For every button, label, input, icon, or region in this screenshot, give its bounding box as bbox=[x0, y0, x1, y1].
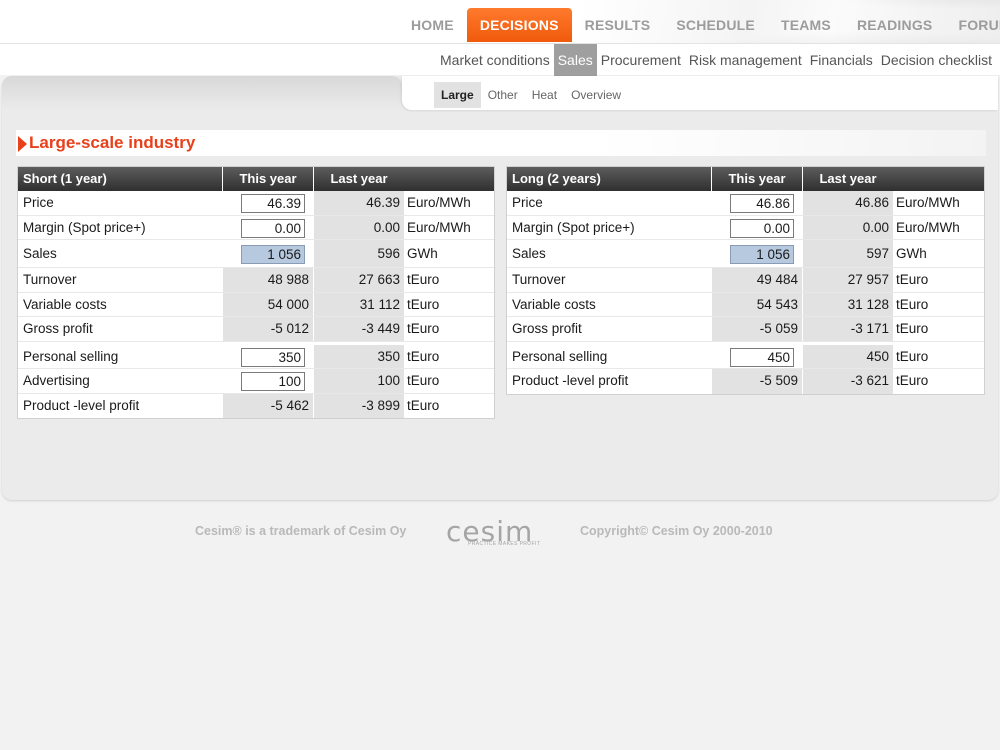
row-gross-profit: Gross profit -5 059 -3 171 tEuro bbox=[507, 317, 984, 342]
section-header: Large-scale industry bbox=[16, 130, 986, 156]
row-sales: Sales 1 056 597 GWh bbox=[507, 240, 984, 268]
nav-results[interactable]: RESULTS bbox=[572, 8, 664, 42]
row-advertising: Advertising 100 100 tEuro bbox=[18, 369, 494, 394]
nav-teams[interactable]: TEAMS bbox=[768, 8, 844, 42]
row-variable-costs: Variable costs 54 543 31 128 tEuro bbox=[507, 292, 984, 317]
row-price: Price 46.86 46.86 Euro/MWh bbox=[507, 191, 984, 216]
col-this-year: This year bbox=[711, 167, 802, 191]
nav-readings[interactable]: READINGS bbox=[844, 8, 946, 42]
footer: Cesim® is a trademark of Cesim Oy cesim … bbox=[0, 515, 1000, 551]
row-product-level-profit: Product -level profit -5 509 -3 621 tEur… bbox=[507, 369, 984, 394]
personal-selling-input[interactable]: 450 bbox=[730, 347, 794, 367]
price-input[interactable]: 46.86 bbox=[730, 194, 794, 213]
row-sales: Sales 1 056 596 GWh bbox=[18, 240, 494, 268]
nav-schedule[interactable]: SCHEDULE bbox=[663, 8, 768, 42]
margin-input[interactable]: 0.00 bbox=[730, 218, 794, 238]
row-price: Price 46.39 46.39 Euro/MWh bbox=[18, 191, 494, 216]
table-title: Short (1 year) bbox=[23, 171, 107, 186]
row-margin: Margin (Spot price+) 0.00 0.00 Euro/MWh bbox=[18, 215, 494, 240]
row-margin: Margin (Spot price+) 0.00 0.00 Euro/MWh bbox=[507, 215, 984, 240]
subnav-decision-checklist[interactable]: Decision checklist bbox=[877, 44, 996, 76]
advertising-input[interactable]: 100 bbox=[241, 372, 305, 391]
subnav-financials[interactable]: Financials bbox=[806, 44, 877, 76]
nav-forums[interactable]: FORUMS bbox=[945, 8, 1000, 42]
tab-other[interactable]: Other bbox=[481, 82, 525, 108]
tab-large[interactable]: Large bbox=[434, 82, 481, 108]
top-header: HOME DECISIONS RESULTS SCHEDULE TEAMS RE… bbox=[0, 0, 1000, 43]
section-arrow-icon bbox=[18, 136, 27, 152]
price-input[interactable]: 46.39 bbox=[241, 194, 305, 213]
row-personal-selling: Personal selling 350 350 tEuro bbox=[18, 344, 494, 369]
sales-field[interactable]: 1 056 bbox=[730, 245, 794, 264]
section-title: Large-scale industry bbox=[29, 133, 196, 152]
main-nav: HOME DECISIONS RESULTS SCHEDULE TEAMS RE… bbox=[398, 8, 1000, 42]
tab-heat[interactable]: Heat bbox=[525, 82, 564, 108]
margin-input[interactable]: 0.00 bbox=[241, 218, 305, 238]
subnav-sales[interactable]: Sales bbox=[553, 44, 597, 76]
sub-nav: Market conditions Sales Procurement Risk… bbox=[436, 44, 996, 76]
row-personal-selling: Personal selling 450 450 tEuro bbox=[507, 344, 984, 369]
content-panel: Large Other Heat Overview Large-scale in… bbox=[2, 76, 998, 500]
row-product-level-profit: Product -level profit -5 462 -3 899 tEur… bbox=[18, 393, 494, 418]
row-turnover: Turnover 48 988 27 663 tEuro bbox=[18, 268, 494, 293]
row-turnover: Turnover 49 484 27 957 tEuro bbox=[507, 268, 984, 293]
col-last-year: Last year bbox=[313, 167, 404, 191]
subnav-procurement[interactable]: Procurement bbox=[597, 44, 685, 76]
short-term-table: Short (1 year) This year Last year Price… bbox=[17, 166, 495, 419]
nav-home[interactable]: HOME bbox=[398, 8, 467, 42]
long-term-table: Long (2 years) This year Last year Price… bbox=[506, 166, 985, 395]
table-header: Long (2 years) This year Last year bbox=[507, 167, 984, 191]
personal-selling-input[interactable]: 350 bbox=[241, 347, 305, 367]
nav-decisions[interactable]: DECISIONS bbox=[466, 8, 572, 42]
subnav-market-conditions[interactable]: Market conditions bbox=[436, 44, 554, 76]
table-title: Long (2 years) bbox=[512, 171, 601, 186]
sales-field[interactable]: 1 056 bbox=[241, 245, 305, 264]
tab-overview[interactable]: Overview bbox=[564, 82, 628, 108]
row-variable-costs: Variable costs 54 000 31 112 tEuro bbox=[18, 292, 494, 317]
trademark-text: Cesim® is a trademark of Cesim Oy bbox=[195, 524, 407, 538]
col-this-year: This year bbox=[222, 167, 313, 191]
col-last-year: Last year bbox=[802, 167, 893, 191]
cesim-logo: cesim PRACTICE MAKES PROFIT bbox=[446, 515, 541, 548]
copyright-text: Copyright© Cesim Oy 2000-2010 bbox=[580, 524, 773, 538]
subnav-risk-management[interactable]: Risk management bbox=[685, 44, 806, 76]
market-tabs: Large Other Heat Overview bbox=[402, 76, 998, 110]
row-gross-profit: Gross profit -5 012 -3 449 tEuro bbox=[18, 317, 494, 342]
table-header: Short (1 year) This year Last year bbox=[18, 167, 494, 191]
